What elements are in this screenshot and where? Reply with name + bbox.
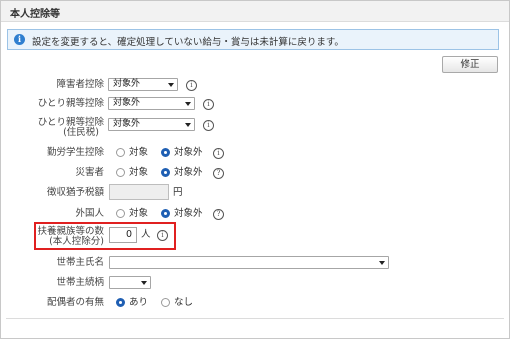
disaster-radio-target[interactable] (116, 168, 125, 177)
spouse-radio-yes[interactable] (116, 298, 125, 307)
working-student-radio-nontarget[interactable] (161, 148, 170, 157)
single-parent-resident-sublabel: (住民税) (63, 127, 99, 138)
foreigner-label: 外国人 (75, 208, 104, 219)
info-icon: i (14, 34, 25, 45)
single-parent-select[interactable]: 対象外 (108, 97, 195, 110)
chevron-down-icon (185, 102, 191, 106)
working-student-option-target: 対象 (129, 147, 149, 158)
disability-select[interactable]: 対象外 (108, 78, 178, 91)
disaster-radio-nontarget[interactable] (161, 168, 170, 177)
panel-header: 本人控除等 (1, 1, 509, 22)
divider (6, 318, 504, 319)
household-head-relation-label: 世帯主続柄 (56, 277, 104, 288)
chevron-down-icon (168, 83, 174, 87)
question-circle-icon[interactable]: ? (213, 168, 224, 179)
working-student-option-nontarget: 対象外 (174, 147, 203, 158)
foreigner-radio-target[interactable] (116, 209, 125, 218)
tax-deferral-unit: 円 (173, 187, 183, 198)
foreigner-radio-nontarget[interactable] (161, 209, 170, 218)
household-head-name-label: 世帯主氏名 (56, 257, 104, 268)
foreigner-option-target: 対象 (129, 208, 149, 219)
household-head-relation-select[interactable] (109, 276, 151, 289)
single-parent-label: ひとり親等控除 (37, 98, 104, 109)
help-icon[interactable]: i (203, 120, 214, 131)
disability-select-value: 対象外 (113, 79, 141, 89)
single-parent-select-value: 対象外 (113, 98, 141, 108)
tax-deferral-label: 徴収猶予税額 (46, 187, 104, 198)
foreigner-option-nontarget: 対象外 (174, 208, 203, 219)
spouse-label: 配偶者の有無 (46, 297, 104, 308)
spouse-option-no: なし (174, 297, 194, 308)
help-icon[interactable]: i (213, 148, 224, 159)
info-message: 設定を変更すると、確定処理していない給与・賞与は未計算に戻ります。 (32, 37, 344, 48)
panel-title: 本人控除等 (10, 9, 60, 20)
single-parent-resident-select[interactable]: 対象外 (108, 118, 195, 131)
spouse-radio-no[interactable] (161, 298, 170, 307)
working-student-label: 勤労学生控除 (46, 147, 104, 158)
disaster-option-target: 対象 (129, 167, 149, 178)
disability-label: 障害者控除 (56, 79, 104, 90)
chevron-down-icon (141, 281, 147, 285)
spouse-option-yes: あり (129, 297, 149, 308)
help-icon[interactable]: i (186, 80, 197, 91)
household-head-name-select[interactable] (109, 256, 389, 269)
single-parent-resident-select-value: 対象外 (113, 119, 141, 129)
info-banner: i 設定を変更すると、確定処理していない給与・賞与は未計算に戻ります。 (7, 29, 499, 50)
working-student-radio-target[interactable] (116, 148, 125, 157)
chevron-down-icon (185, 123, 191, 127)
chevron-down-icon (379, 261, 385, 265)
disaster-label: 災害者 (75, 167, 104, 178)
disaster-option-nontarget: 対象外 (174, 167, 203, 178)
help-icon[interactable]: i (203, 99, 214, 110)
edit-button[interactable]: 修正 (442, 56, 498, 73)
deduction-panel: 本人控除等 i 設定を変更すると、確定処理していない給与・賞与は未計算に戻ります… (0, 0, 510, 339)
highlight-box (34, 222, 176, 250)
tax-deferral-input (109, 184, 169, 200)
question-circle-icon[interactable]: ? (213, 209, 224, 220)
